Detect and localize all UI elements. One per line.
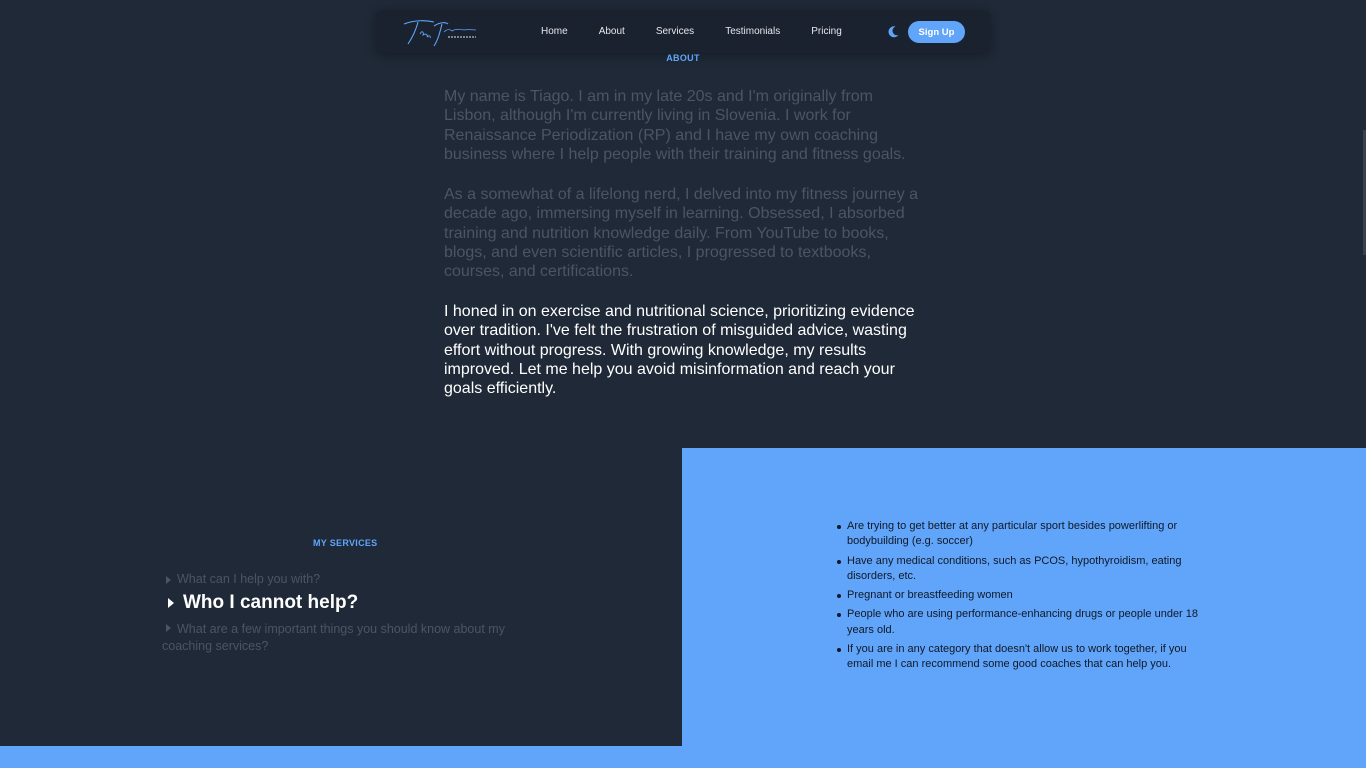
- list-item: Are trying to get better at any particul…: [835, 519, 1205, 550]
- nav-link-testimonials[interactable]: Testimonials: [725, 26, 780, 37]
- list-item: If you are in any category that doesn't …: [835, 642, 1205, 673]
- nav-link-home[interactable]: Home: [541, 26, 568, 37]
- services-section-label: MY SERVICES: [313, 538, 378, 548]
- list-item: People who are using performance-enhanci…: [835, 607, 1205, 638]
- faq-item-who-i-cannot-help[interactable]: Who I cannot help?: [162, 592, 358, 614]
- nav-link-pricing[interactable]: Pricing: [811, 26, 842, 37]
- logo[interactable]: [400, 14, 480, 48]
- caret-right-icon: [166, 624, 171, 632]
- faq-question: What can I help you with?: [177, 572, 321, 586]
- list-item: Have any medical conditions, such as PCO…: [835, 554, 1205, 585]
- nav-links: Home About Services Testimonials Pricing: [541, 10, 873, 53]
- about-paragraph-1: My name is Tiago. I am in my late 20s an…: [444, 88, 906, 163]
- nav-link-about[interactable]: About: [599, 26, 625, 37]
- faq-item-what-can-i-help[interactable]: What can I help you with?: [162, 572, 320, 586]
- caret-right-icon: [166, 575, 171, 584]
- nav-link-services[interactable]: Services: [656, 26, 694, 37]
- faq-item-important-things[interactable]: What are a few important things you shou…: [162, 621, 522, 655]
- caret-right-icon: [168, 597, 174, 608]
- navbar: Home About Services Testimonials Pricing…: [376, 10, 990, 53]
- about-paragraph-2: As a somewhat of a lifelong nerd, I delv…: [444, 186, 919, 281]
- cannot-help-list: Are trying to get better at any particul…: [835, 519, 1205, 677]
- faq-question: What are a few important things you shou…: [162, 622, 505, 653]
- about-paragraph-3: I honed in on exercise and nutritional s…: [444, 303, 915, 398]
- faq-question: Who I cannot help?: [183, 592, 359, 613]
- list-item: Pregnant or breastfeeding women: [835, 588, 1205, 603]
- signup-button[interactable]: Sign Up: [908, 21, 965, 43]
- next-section-strip: [0, 746, 1366, 768]
- moon-icon[interactable]: [886, 25, 900, 39]
- about-section-label: ABOUT: [666, 53, 700, 63]
